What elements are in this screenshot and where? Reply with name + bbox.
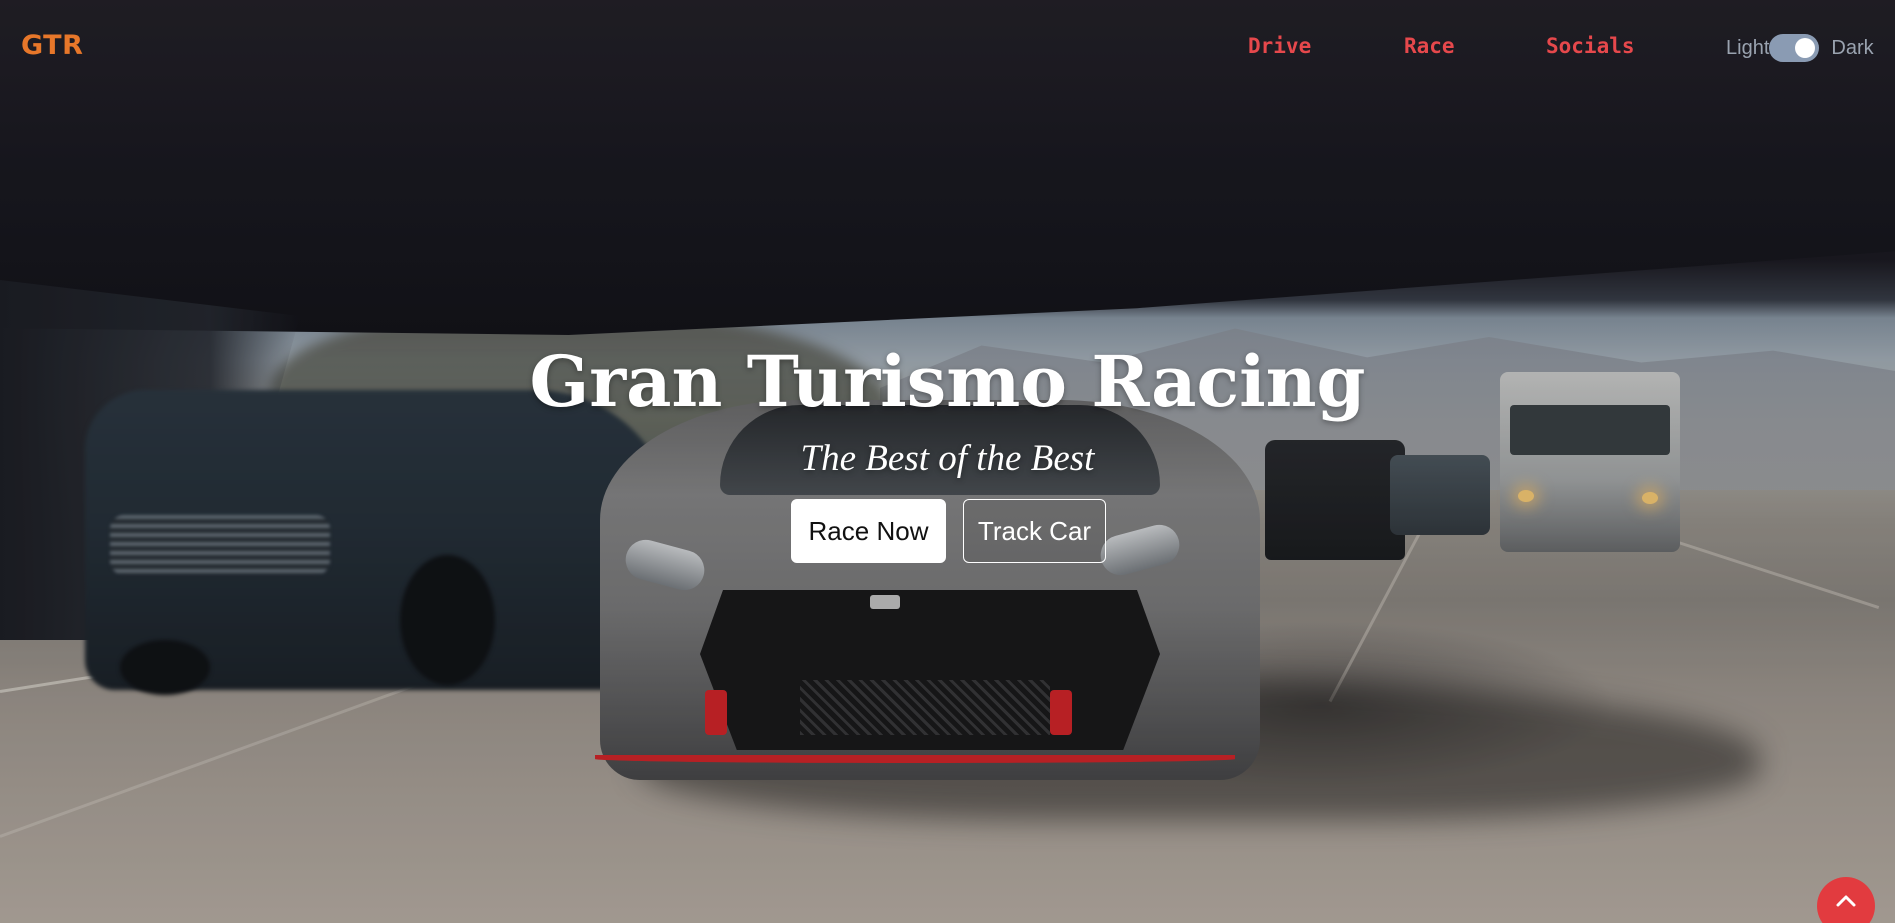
hero-section: GTR Drive Race Socials Light Dark Gran T… xyxy=(0,0,1895,923)
theme-light-label: Light xyxy=(1726,36,1770,59)
logo[interactable]: GTR xyxy=(21,30,83,61)
track-car-button[interactable]: Track Car xyxy=(963,499,1106,563)
theme-toggle-knob xyxy=(1795,38,1816,58)
nav-link-socials[interactable]: Socials xyxy=(1546,34,1635,58)
hero-subtitle: The Best of the Best xyxy=(800,438,1095,479)
chevron-up-icon xyxy=(1836,895,1856,907)
theme-toggle: Light Dark xyxy=(1726,33,1874,63)
hero-title: Gran Turismo Racing xyxy=(529,340,1366,423)
race-now-button[interactable]: Race Now xyxy=(791,499,946,563)
navbar: GTR Drive Race Socials Light Dark xyxy=(0,0,1895,94)
nav-link-race[interactable]: Race xyxy=(1404,34,1455,58)
theme-dark-label: Dark xyxy=(1831,36,1874,59)
theme-toggle-switch[interactable] xyxy=(1769,34,1820,62)
nav-link-drive[interactable]: Drive xyxy=(1248,34,1311,58)
